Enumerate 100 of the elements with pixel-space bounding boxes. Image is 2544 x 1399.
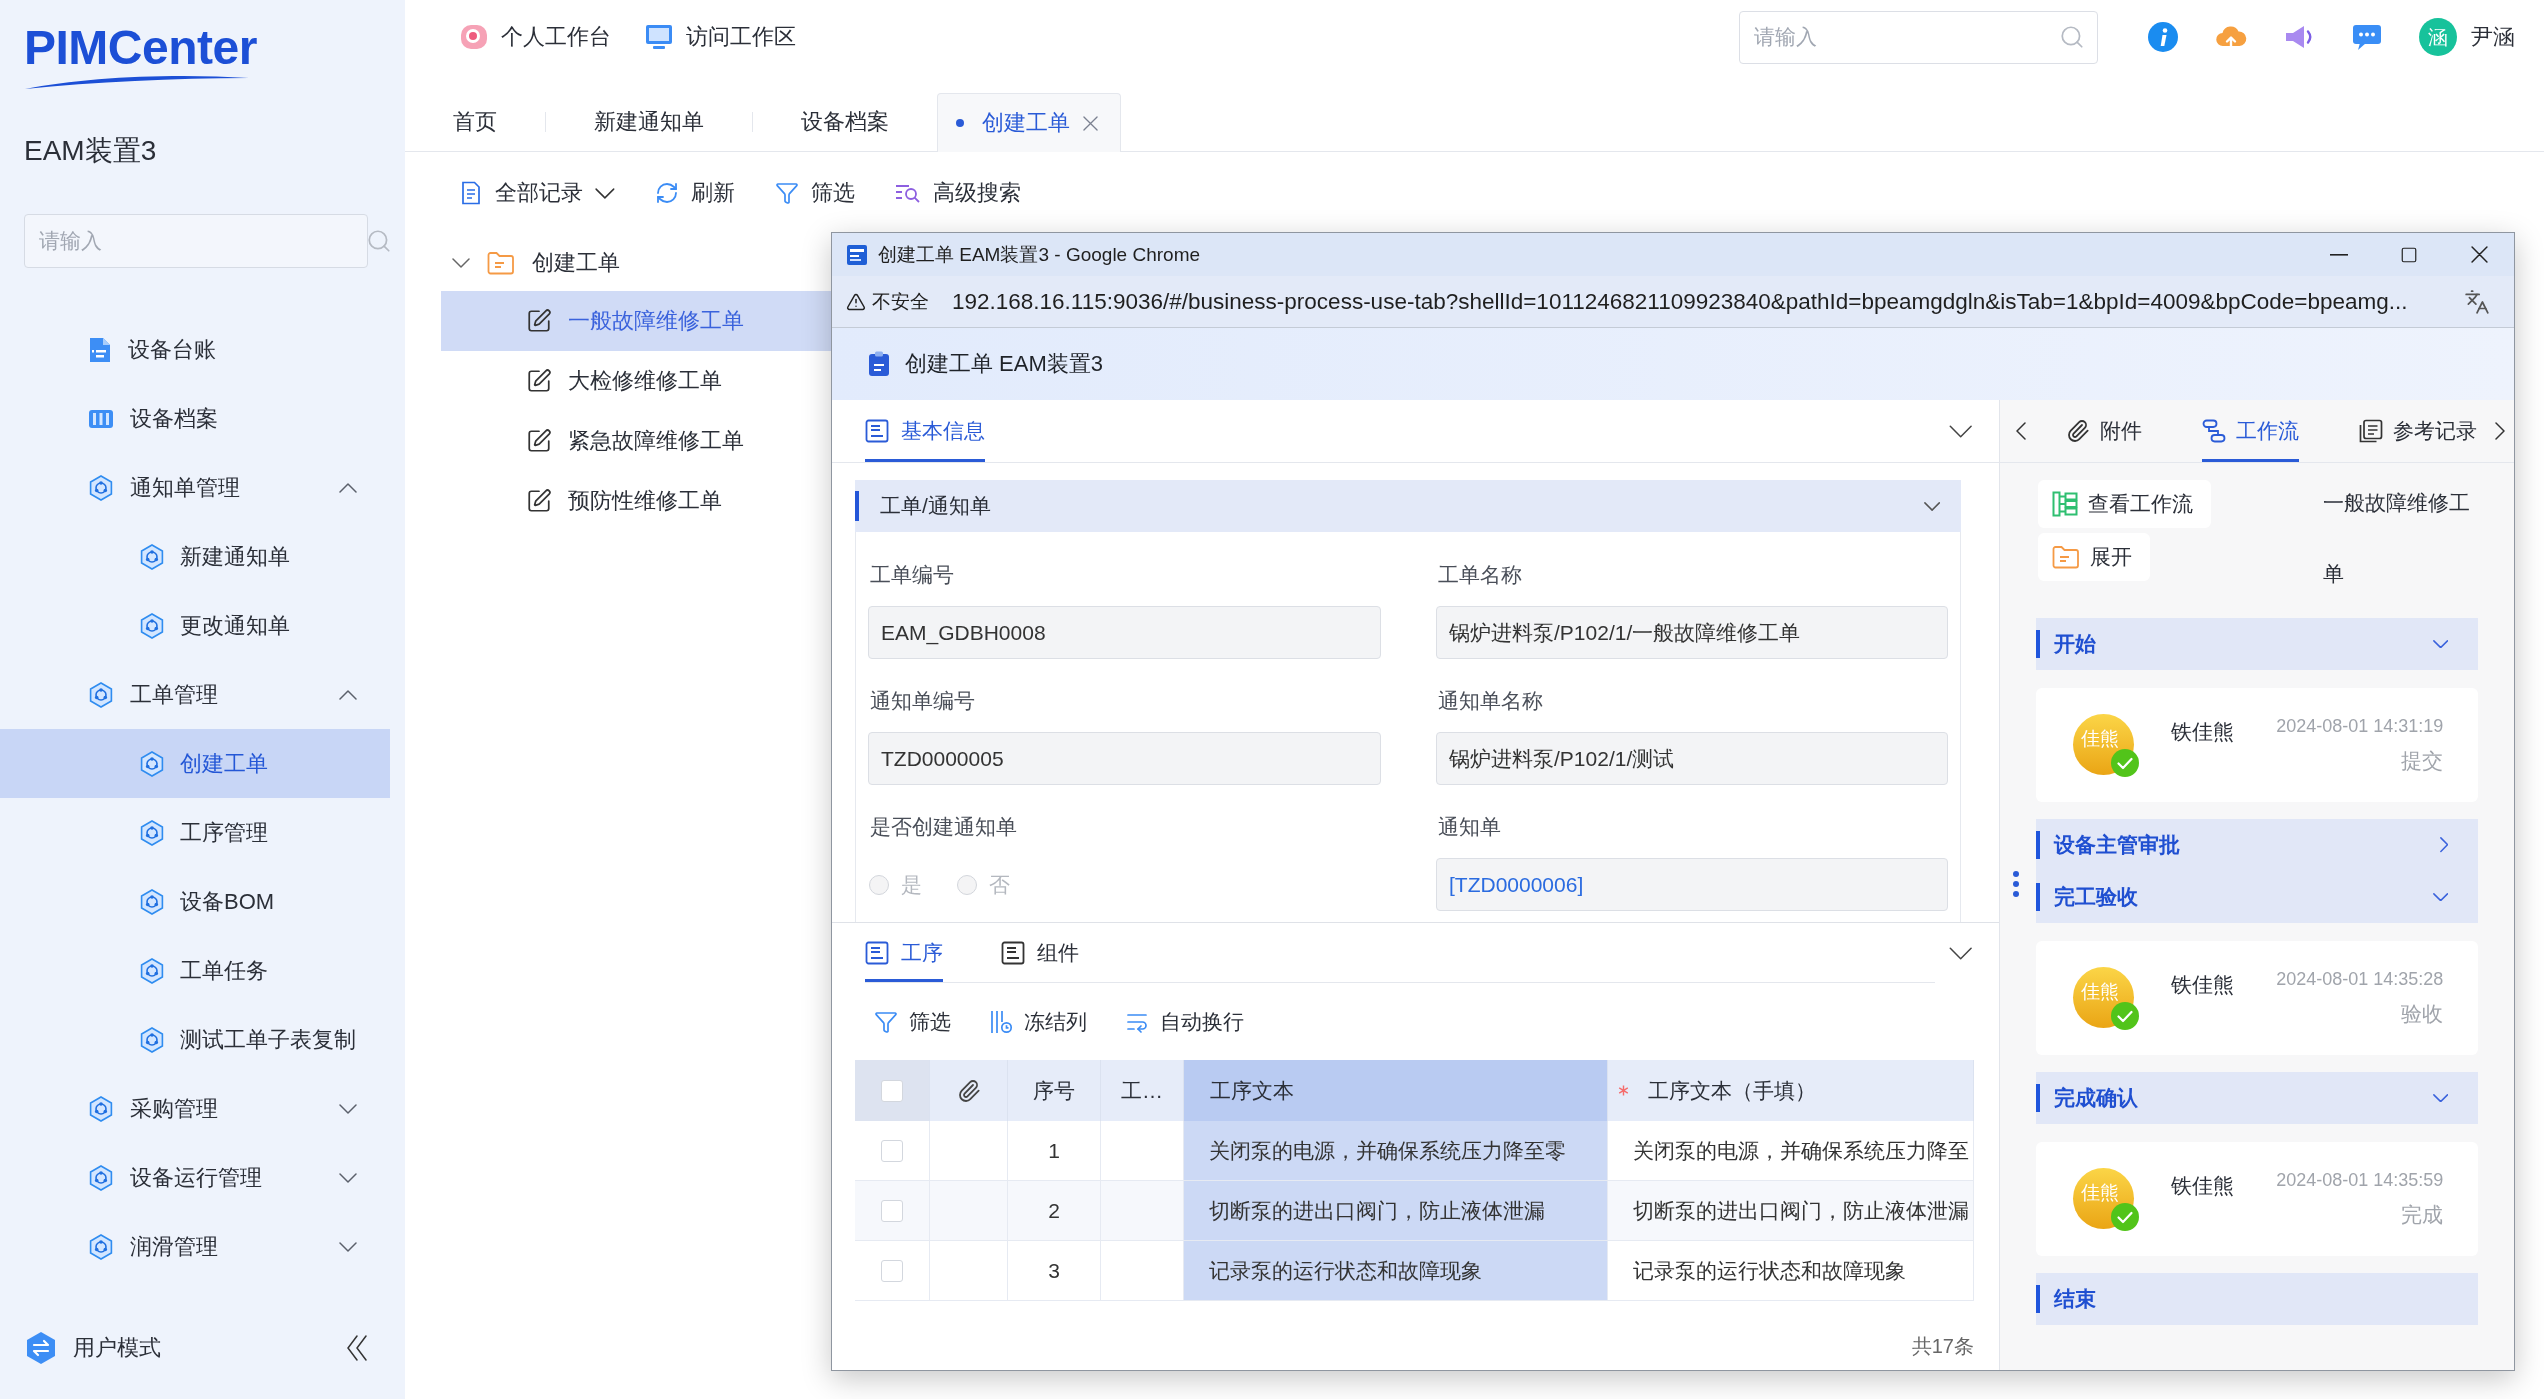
close-icon[interactable] [1083, 115, 1098, 131]
edit-icon [526, 308, 552, 334]
table-cell: 关闭泵的电源，并确保系统压力降至零 [1184, 1121, 1608, 1180]
tab[interactable]: 新建通知单 [546, 93, 752, 151]
folder-icon [2052, 545, 2080, 569]
tree-node[interactable]: 预防性维修工单 [441, 471, 831, 531]
checkbox[interactable] [881, 1199, 903, 1222]
text-field[interactable]: 锅炉进料泵/P102/1/测试 [1436, 732, 1948, 785]
refresh-icon [654, 181, 679, 205]
user-name: 铁佳熊 [2171, 972, 2234, 998]
tab[interactable]: 参考记录 [2359, 400, 2477, 462]
tab[interactable]: 组件 [1001, 923, 1079, 982]
round-tile-icon[interactable] [459, 22, 489, 52]
chevron-down-icon[interactable] [1948, 946, 1972, 960]
menu-item[interactable]: 工序管理 [0, 798, 390, 867]
menu-item[interactable]: 通知单管理 [0, 453, 390, 522]
toolbar-button[interactable]: 高级搜索 [894, 178, 1021, 208]
tab[interactable]: 工序 [865, 923, 943, 982]
text-field[interactable]: EAM_GDBH0008 [868, 606, 1381, 659]
tree-node[interactable]: 紧急故障维修工单 [441, 411, 831, 471]
link-field[interactable]: [TZD0000006] [1436, 858, 1948, 911]
hexagon-icon [139, 819, 165, 846]
menu-item[interactable]: 设备档案 [0, 384, 390, 453]
paperclip-icon [2066, 419, 2090, 443]
form-icon [865, 940, 889, 965]
hexagon-icon [139, 543, 165, 570]
toolbar-button[interactable]: 全部记录 [459, 178, 615, 208]
menu-item[interactable]: 更改通知单 [0, 591, 390, 660]
step-header[interactable]: 开始 [2036, 618, 2479, 670]
security-button[interactable]: 不安全 [846, 288, 929, 315]
column-header[interactable]: 工序文本 [1184, 1060, 1608, 1121]
document-icon [88, 335, 112, 364]
info-icon[interactable] [2147, 21, 2179, 53]
search-field[interactable]: 请输入 [1739, 10, 2098, 64]
tab[interactable]: 首页 [405, 93, 545, 151]
tab[interactable]: 工作流 [2202, 400, 2299, 462]
column-header[interactable]: 工序文本（手填） [1608, 1060, 1974, 1121]
tree-node[interactable]: 大检修维修工单 [441, 351, 831, 411]
menu-item[interactable]: 工单任务 [0, 936, 390, 1005]
monitor-icon[interactable] [644, 22, 674, 52]
flow-icon [2202, 419, 2226, 443]
table-row[interactable]: 3 记录泵的运行状态和故障现象 记录泵的运行状态和故障现象 [855, 1241, 1974, 1301]
text-field[interactable]: 锅炉进料泵/P102/1/一般故障维修工单 [1436, 606, 1948, 659]
menu-item[interactable]: 设备BOM [0, 867, 390, 936]
checkbox[interactable] [881, 1259, 903, 1282]
form-icon [865, 419, 889, 443]
chevron-down-icon[interactable] [1948, 424, 1972, 438]
table-cell: 2 [1008, 1181, 1101, 1240]
checkbox[interactable] [881, 1079, 903, 1102]
user-mode-button[interactable]: 用户模式 [24, 1331, 161, 1365]
column-header[interactable] [930, 1060, 1008, 1121]
toolbar-button[interactable]: 筛选 [774, 178, 855, 208]
toolbar-button[interactable]: 冻结列 [989, 1007, 1087, 1036]
menu-item[interactable]: 采购管理 [0, 1074, 390, 1143]
search-field[interactable]: 请输入 [24, 214, 368, 268]
menu-item[interactable]: 设备台账 [0, 315, 390, 384]
hierarchy-icon [2052, 491, 2078, 517]
nav-link[interactable]: 访问工作区 [644, 22, 796, 52]
minimize-icon [2330, 253, 2348, 256]
translate-icon[interactable] [2464, 288, 2490, 315]
toolbar-button[interactable]: 自动换行 [1125, 1007, 1244, 1036]
column-header[interactable]: 工… [1101, 1060, 1184, 1121]
tab[interactable]: 设备档案 [753, 93, 937, 151]
menu-item[interactable]: 润滑管理 [0, 1212, 390, 1281]
table-row[interactable]: 2 切断泵的进出口阀门，防止液体泄漏 切断泵的进出口阀门，防止液体泄漏 [855, 1181, 1974, 1241]
menu-item[interactable]: 工单管理 [0, 660, 390, 729]
chevron-left-icon[interactable] [2016, 422, 2026, 440]
column-header[interactable]: 序号 [1008, 1060, 1101, 1121]
step-header[interactable]: 结束 [2036, 1273, 2479, 1325]
table-cell: 1 [1008, 1121, 1101, 1180]
chevron-right-icon[interactable] [2495, 422, 2506, 440]
action-button[interactable]: 查看工作流 [2038, 480, 2211, 528]
step-header[interactable]: 完工验收 [2036, 871, 2479, 923]
text-field[interactable]: TZD0000005 [868, 732, 1381, 785]
tab[interactable]: 创建工单 [937, 93, 1121, 152]
toolbar-button[interactable]: 筛选 [874, 1007, 951, 1036]
hexagon-icon [139, 750, 165, 777]
user-name: 尹涵 [2471, 23, 2515, 51]
menu-item[interactable]: 测试工单子表复制 [0, 1005, 390, 1074]
nav-link[interactable]: 个人工作台 [459, 22, 611, 52]
section-header[interactable]: 工单/通知单 [855, 480, 1961, 532]
toolbar-button[interactable]: 刷新 [654, 178, 735, 208]
menu-item[interactable]: 新建通知单 [0, 522, 390, 591]
close-icon [2470, 246, 2488, 263]
tab[interactable]: 基本信息 [865, 400, 985, 462]
step-header[interactable]: 设备主管审批 [2036, 819, 2479, 871]
table-row[interactable]: 1 关闭泵的电源，并确保系统压力降至零 关闭泵的电源，并确保系统压力降至 [855, 1121, 1974, 1181]
user-name: 铁佳熊 [2171, 719, 2234, 745]
tree-node[interactable]: 一般故障维修工单 [441, 291, 831, 351]
step-header[interactable]: 完成确认 [2036, 1072, 2479, 1124]
drag-handle-icon[interactable] [2012, 870, 2020, 898]
url-field[interactable]: 192.168.16.115:9036/#/business-process-use-tab?shellId=1011246821109923840&pathId=bpeamgdgln&isTab=1&bpId=4009&bpCode=bpeamg... [952, 288, 2408, 315]
menu-item[interactable]: 创建工单 [0, 729, 390, 798]
chevrons-left-icon[interactable] [346, 1335, 368, 1361]
tree-node[interactable]: 创建工单 [452, 234, 620, 291]
menu-item[interactable]: 设备运行管理 [0, 1143, 390, 1212]
action-button[interactable]: 展开 [2038, 533, 2150, 581]
tab[interactable]: 附件 [2066, 400, 2142, 462]
checkbox[interactable] [881, 1139, 903, 1162]
hexagon-icon [88, 1233, 114, 1260]
